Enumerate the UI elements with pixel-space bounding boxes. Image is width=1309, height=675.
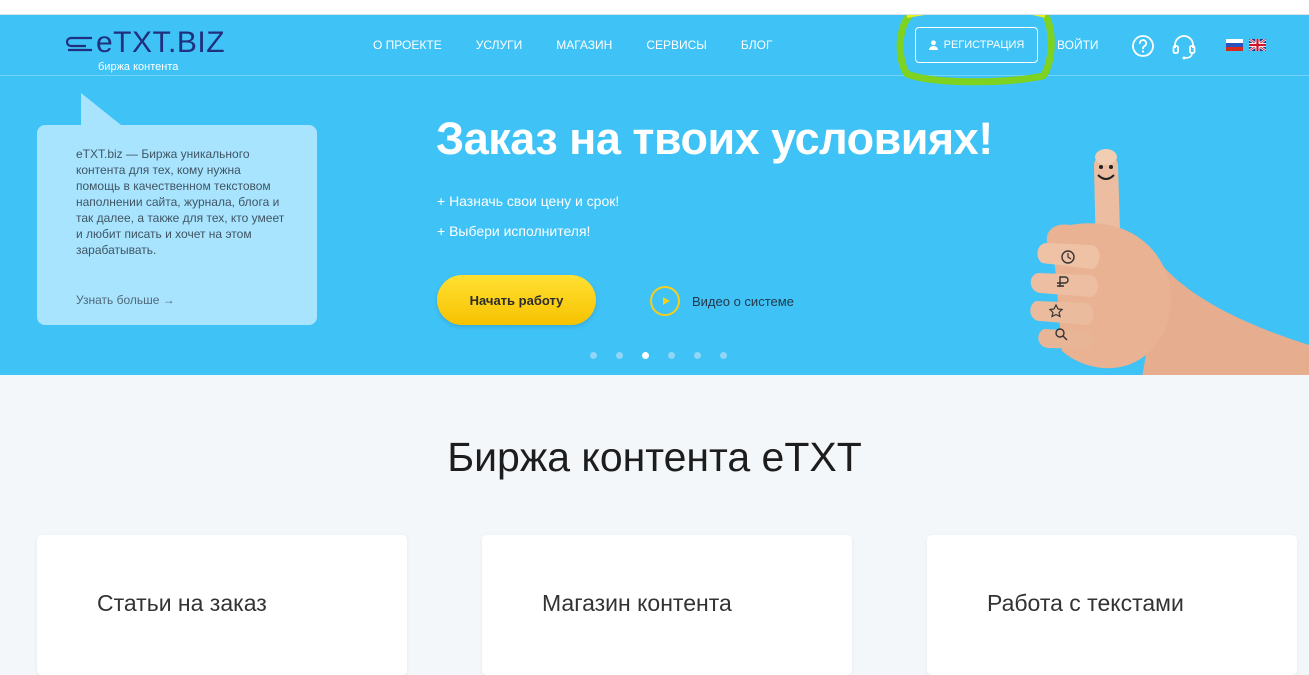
hero-title: Заказ на твоих условиях! — [436, 113, 993, 164]
nav-shop[interactable]: МАГАЗИН — [556, 38, 612, 52]
about-bubble: eTXT.biz — Биржа уникального контента дл… — [37, 93, 317, 325]
logo-text: eTXT.BIZ — [96, 26, 226, 59]
flag-en-icon[interactable] — [1249, 39, 1266, 51]
slider-dot-6[interactable] — [720, 352, 727, 359]
slider-dots — [590, 352, 746, 359]
bubble-tail — [81, 93, 121, 125]
main-nav: О ПРОЕКТЕ УСЛУГИ МАГАЗИН СЕРВИСЫ БЛОГ — [356, 15, 790, 75]
logo[interactable]: eTXT.BIZ биржа контента — [66, 23, 236, 73]
site-header: eTXT.BIZ биржа контента О ПРОЕКТЕ УСЛУГИ… — [0, 15, 1309, 76]
card-articles[interactable]: Статьи на заказ — [37, 535, 407, 675]
learn-more-link[interactable]: Узнать больше → — [76, 293, 175, 307]
section-title: Биржа контента eTXT — [447, 434, 862, 480]
logo-subtitle: биржа контента — [98, 61, 179, 73]
nav-tools[interactable]: СЕРВИСЫ — [646, 38, 707, 52]
nav-services[interactable]: УСЛУГИ — [476, 38, 523, 52]
login-link[interactable]: ВОЙТИ — [1057, 38, 1099, 52]
slider-dot-3[interactable] — [642, 352, 649, 359]
card-text-work[interactable]: Работа с текстами — [927, 535, 1297, 675]
nav-blog[interactable]: БЛОГ — [741, 38, 773, 52]
thumbs-up-hand-image — [1030, 149, 1309, 375]
slider-dot-4[interactable] — [668, 352, 675, 359]
slider-dot-2[interactable] — [616, 352, 623, 359]
card-content-shop[interactable]: Магазин контента — [482, 535, 852, 675]
card-title: Статьи на заказ — [97, 590, 267, 616]
browser-top-strip — [0, 0, 1309, 15]
nav-about[interactable]: О ПРОЕКТЕ — [373, 38, 442, 52]
hero-bullet: + Назначь свои цену и срок! — [437, 193, 620, 209]
slider-dot-1[interactable] — [590, 352, 597, 359]
about-text: eTXT.biz — Биржа уникального контента дл… — [76, 147, 285, 257]
video-label: Видео о системе — [692, 293, 794, 309]
play-icon — [650, 286, 680, 316]
headset-icon[interactable] — [1171, 33, 1197, 61]
flag-ru-icon[interactable] — [1226, 39, 1243, 51]
slider-dot-5[interactable] — [694, 352, 701, 359]
hero-banner: eTXT.BIZ биржа контента О ПРОЕКТЕ УСЛУГИ… — [0, 15, 1309, 375]
green-highlight-ellipse — [896, 15, 1055, 86]
help-icon[interactable] — [1131, 34, 1155, 58]
card-title: Работа с текстами — [987, 590, 1184, 616]
hero-bullet: + Выбери исполнителя! — [437, 223, 591, 239]
logo-mark-icon — [66, 36, 92, 52]
video-link[interactable]: Видео о системе — [650, 284, 794, 318]
card-title: Магазин контента — [542, 590, 732, 616]
start-work-button[interactable]: Начать работу — [437, 275, 596, 325]
